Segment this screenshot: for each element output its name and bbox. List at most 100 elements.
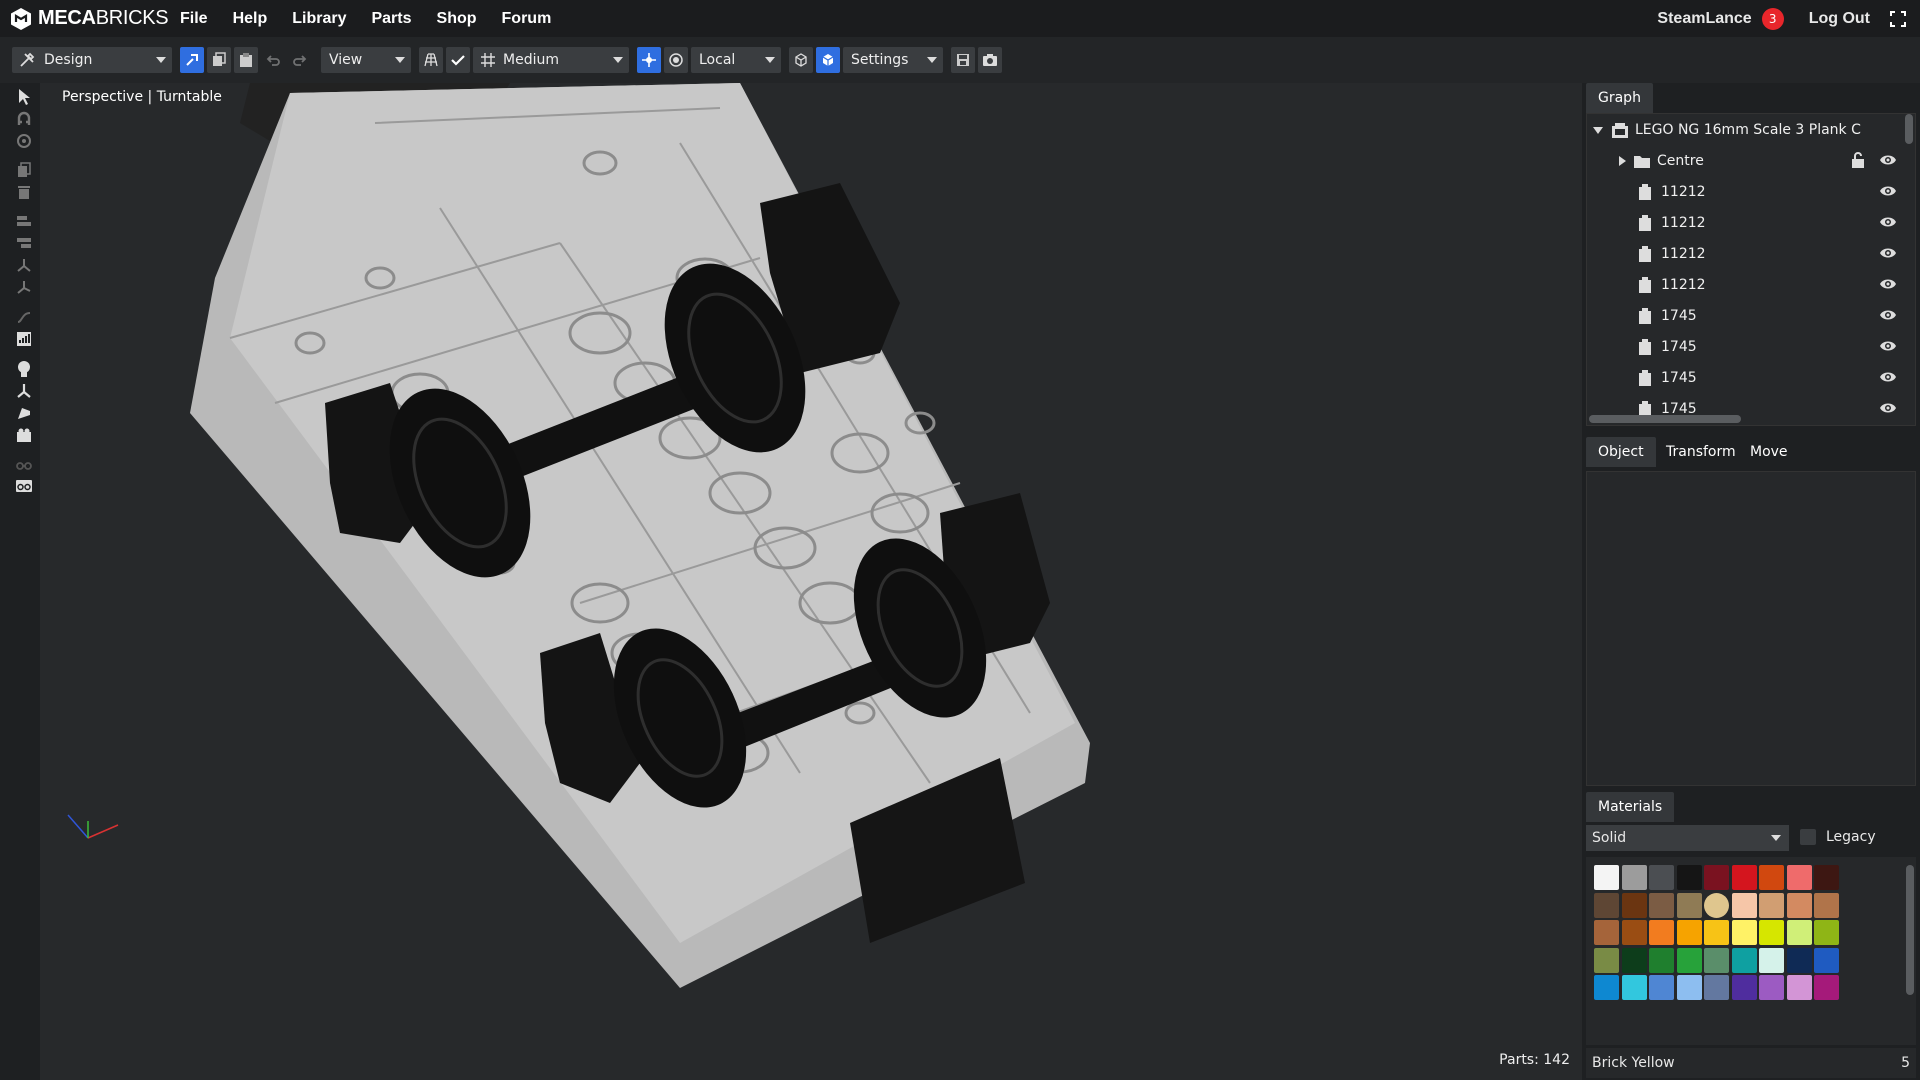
magnet-icon[interactable]	[14, 109, 34, 129]
color-swatch[interactable]	[1786, 920, 1812, 945]
color-swatch[interactable]	[1649, 947, 1674, 973]
color-swatch[interactable]	[1759, 865, 1784, 890]
undo-button[interactable]	[261, 47, 285, 73]
tab-transform[interactable]: Transform	[1654, 437, 1748, 467]
unlock-icon[interactable]	[1851, 152, 1865, 168]
color-swatch[interactable]	[1731, 975, 1757, 1000]
legacy-toggle[interactable]: Legacy	[1800, 829, 1876, 845]
paste-button[interactable]	[234, 47, 258, 73]
3d-viewport[interactable]: Perspective | Turntable Parts: 142	[40, 83, 1582, 1080]
color-swatch[interactable]	[1731, 892, 1757, 918]
color-swatch[interactable]	[1649, 865, 1674, 890]
eye-icon[interactable]	[1879, 215, 1897, 229]
eye-icon[interactable]	[1879, 184, 1897, 198]
color-swatch[interactable]	[1594, 920, 1619, 945]
color-swatch[interactable]	[1649, 892, 1674, 918]
username[interactable]: SteamLance	[1657, 10, 1751, 28]
grid-perspective-button[interactable]	[419, 47, 443, 73]
tab-materials[interactable]: Materials	[1586, 792, 1675, 822]
materials-scrollbar[interactable]	[1906, 865, 1914, 995]
rotate-pivot-button[interactable]	[664, 47, 688, 73]
align-left-icon[interactable]	[14, 211, 34, 231]
color-swatch[interactable]	[1704, 975, 1729, 1000]
color-swatch[interactable]	[1621, 975, 1647, 1000]
menu-forum[interactable]: Forum	[502, 10, 552, 28]
graph-scrollbar-vertical[interactable]	[1905, 114, 1913, 144]
glasses-off-icon[interactable]	[14, 454, 34, 474]
glasses-icon[interactable]	[14, 476, 34, 496]
notification-badge[interactable]: 3	[1761, 7, 1784, 30]
menu-library[interactable]: Library	[292, 10, 346, 28]
stats-icon[interactable]	[14, 329, 34, 349]
color-swatch[interactable]	[1814, 975, 1839, 1000]
logout-link[interactable]: Log Out	[1809, 10, 1870, 28]
color-swatch[interactable]	[1676, 892, 1702, 918]
graph-item-row[interactable]: 11212	[1587, 207, 1903, 238]
graph-item-row[interactable]: 11212	[1587, 176, 1903, 207]
color-swatch[interactable]	[1649, 975, 1674, 1000]
move-pivot-button[interactable]	[637, 47, 661, 73]
rotate-icon[interactable]	[14, 131, 34, 151]
screenshot-button[interactable]	[978, 47, 1002, 73]
color-swatch[interactable]	[1759, 975, 1784, 1000]
color-swatch[interactable]	[1676, 865, 1702, 890]
save-button[interactable]	[951, 47, 975, 73]
view-select[interactable]: View	[321, 47, 411, 73]
axis-icon[interactable]	[14, 255, 34, 275]
graph-item-row[interactable]: 11212	[1587, 269, 1903, 300]
eye-icon[interactable]	[1879, 339, 1897, 353]
color-swatch[interactable]	[1704, 892, 1729, 918]
graph-item-row[interactable]: 1745	[1587, 362, 1903, 393]
tab-move[interactable]: Move	[1738, 437, 1800, 467]
color-swatch[interactable]	[1621, 947, 1647, 973]
wireframe-button[interactable]	[789, 47, 813, 73]
eye-icon[interactable]	[1879, 277, 1897, 291]
color-swatch[interactable]	[1621, 865, 1647, 890]
color-swatch[interactable]	[1594, 865, 1619, 890]
light-bulb-icon[interactable]	[14, 359, 34, 379]
color-swatch[interactable]	[1814, 892, 1839, 918]
camera-icon[interactable]	[14, 425, 34, 445]
color-swatch[interactable]	[1594, 892, 1619, 918]
align-right-icon[interactable]	[14, 233, 34, 253]
clone-icon[interactable]	[14, 160, 34, 180]
redo-button[interactable]	[288, 47, 312, 73]
graph-item-row[interactable]: 11212	[1587, 238, 1903, 269]
color-swatch[interactable]	[1759, 920, 1784, 945]
eye-icon[interactable]	[1879, 153, 1897, 167]
axis-alt-icon[interactable]	[14, 277, 34, 297]
solid-shading-button[interactable]	[816, 47, 840, 73]
select-tool-button[interactable]	[180, 47, 204, 73]
logo[interactable]: MECABRICKS	[10, 7, 180, 31]
eye-icon[interactable]	[1879, 370, 1897, 384]
color-swatch[interactable]	[1704, 920, 1729, 945]
eye-icon[interactable]	[1879, 401, 1897, 415]
menu-file[interactable]: File	[180, 10, 208, 28]
graph-folder-row[interactable]: Centre	[1587, 145, 1903, 176]
tab-graph[interactable]: Graph	[1586, 83, 1653, 113]
color-swatch[interactable]	[1676, 975, 1702, 1000]
menu-parts[interactable]: Parts	[371, 10, 411, 28]
color-swatch[interactable]	[1814, 947, 1839, 973]
graph-item-row[interactable]: 1745	[1587, 331, 1903, 362]
color-swatch[interactable]	[1786, 865, 1812, 890]
settings-select[interactable]: Settings	[843, 47, 943, 73]
space-select[interactable]: Local	[691, 47, 781, 73]
material-type-select[interactable]: Solid	[1586, 825, 1789, 851]
graph-item-row[interactable]: 1745	[1587, 300, 1903, 331]
color-swatch[interactable]	[1786, 892, 1812, 918]
tab-object[interactable]: Object	[1586, 437, 1656, 467]
legacy-checkbox[interactable]	[1800, 829, 1816, 845]
color-swatch[interactable]	[1731, 920, 1757, 945]
color-swatch[interactable]	[1814, 920, 1839, 945]
gizmo-icon[interactable]	[14, 381, 34, 401]
color-swatch[interactable]	[1594, 975, 1619, 1000]
view-mode-label[interactable]: Perspective | Turntable	[62, 89, 222, 105]
color-swatch[interactable]	[1621, 892, 1647, 918]
color-swatch[interactable]	[1731, 947, 1757, 973]
color-swatch[interactable]	[1676, 920, 1702, 945]
trash-icon[interactable]	[14, 182, 34, 202]
eye-icon[interactable]	[1879, 308, 1897, 322]
copy-button[interactable]	[207, 47, 231, 73]
color-swatch[interactable]	[1621, 920, 1647, 945]
